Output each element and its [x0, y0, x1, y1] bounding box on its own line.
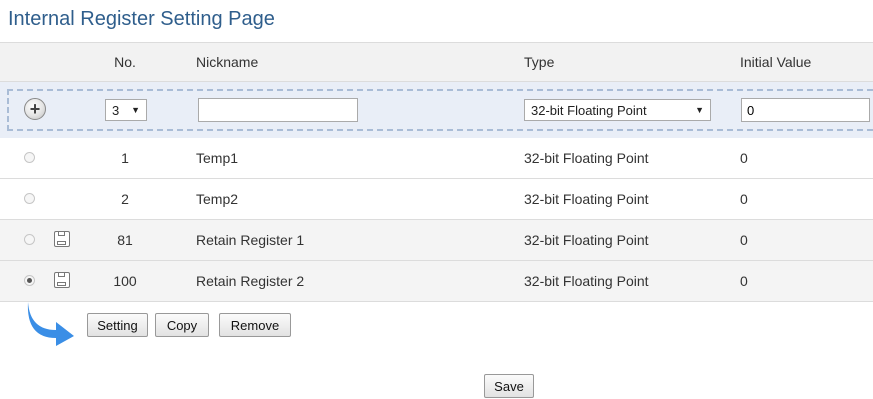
setting-button[interactable]: Setting — [87, 313, 148, 337]
row-radio[interactable] — [24, 193, 35, 204]
row-nickname: Retain Register 1 — [196, 232, 305, 248]
initial-value-input[interactable] — [741, 98, 870, 122]
row-no: 2 — [121, 191, 129, 207]
row-initial-value: 0 — [740, 232, 748, 248]
row-radio-selected[interactable] — [24, 275, 35, 286]
row-radio[interactable] — [24, 234, 35, 245]
row-no: 81 — [117, 232, 133, 248]
table-header: No. Nickname Type Initial Value — [0, 42, 873, 82]
save-icon — [54, 272, 70, 288]
nickname-input[interactable] — [198, 98, 358, 122]
row-nickname: Temp1 — [196, 150, 239, 166]
table-row[interactable]: 2 Temp2 32-bit Floating Point 0 — [0, 179, 873, 220]
row-nickname: Retain Register 2 — [196, 273, 305, 289]
row-nickname: Temp2 — [196, 191, 239, 207]
table-row[interactable]: 1 Temp1 32-bit Floating Point 0 — [0, 138, 873, 179]
column-type: Type — [524, 54, 555, 70]
row-no: 1 — [121, 150, 129, 166]
dropdown-arrow-icon: ▼ — [695, 105, 704, 115]
row-radio[interactable] — [24, 152, 35, 163]
row-type: 32-bit Floating Point — [524, 273, 649, 289]
row-initial-value: 0 — [740, 150, 748, 166]
column-nickname: Nickname — [196, 54, 259, 70]
add-register-row: + 3 ▼ 32-bit Floating Point ▼ — [0, 82, 873, 138]
page-title: Internal Register Setting Page — [8, 8, 275, 30]
plus-circle-icon[interactable]: + — [24, 98, 46, 120]
row-type: 32-bit Floating Point — [524, 232, 649, 248]
copy-button[interactable]: Copy — [155, 313, 209, 337]
save-button[interactable]: Save — [484, 374, 534, 398]
save-icon — [54, 231, 70, 247]
column-no: No. — [114, 54, 136, 70]
column-initial-value: Initial Value — [740, 54, 812, 70]
type-select-value: 32-bit Floating Point — [531, 102, 647, 118]
curved-arrow-icon — [27, 302, 74, 346]
type-select[interactable]: 32-bit Floating Point ▼ — [524, 99, 711, 121]
row-no: 100 — [113, 273, 137, 289]
register-count-value: 3 — [112, 102, 120, 118]
remove-button[interactable]: Remove — [219, 313, 291, 337]
dropdown-arrow-icon: ▼ — [131, 105, 140, 115]
row-type: 32-bit Floating Point — [524, 191, 649, 207]
row-initial-value: 0 — [740, 191, 748, 207]
row-type: 32-bit Floating Point — [524, 150, 649, 166]
row-initial-value: 0 — [740, 273, 748, 289]
table-row[interactable]: 100 Retain Register 2 32-bit Floating Po… — [0, 261, 873, 302]
register-count-select[interactable]: 3 ▼ — [105, 99, 147, 121]
table-row[interactable]: 81 Retain Register 1 32-bit Floating Poi… — [0, 220, 873, 261]
